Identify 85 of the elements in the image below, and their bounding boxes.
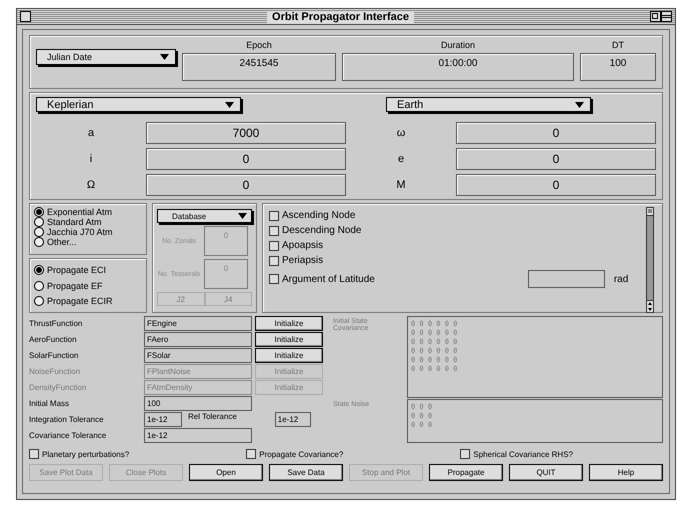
checkbox[interactable] [246, 449, 256, 459]
function-label: AeroFunction [29, 334, 78, 346]
checkbox-label: Apoapsis [282, 240, 324, 251]
radio-button[interactable] [34, 227, 44, 237]
radio-label: Other... [47, 237, 77, 247]
action-button[interactable]: Save Data [269, 464, 343, 481]
checkbox-label: Descending Node [282, 225, 362, 236]
time-format-dropdown[interactable]: Julian Date [36, 49, 176, 65]
radio-button[interactable] [34, 207, 44, 217]
epoch-field[interactable]: 2451545 [182, 53, 336, 81]
element-label: i [88, 153, 94, 165]
radio-label: Standard Atm [47, 217, 102, 227]
function-field[interactable]: FAero [144, 332, 252, 347]
radio-button[interactable] [34, 280, 44, 291]
radio-button[interactable] [34, 237, 44, 247]
duration-label: Duration [440, 40, 476, 50]
radio-label: Jacchia J70 Atm [47, 227, 113, 237]
element-field[interactable]: 0 [456, 174, 656, 196]
radio-label: Exponential Atm [47, 207, 112, 217]
angle-field[interactable] [528, 270, 605, 288]
initialize-button[interactable]: Initialize [255, 316, 323, 331]
element-label: a [86, 127, 96, 139]
action-button[interactable]: QUIT [509, 464, 583, 481]
covariance-tolerance-label: Covariance Tolerance [29, 430, 108, 442]
caret-icon [225, 102, 234, 108]
checkbox[interactable] [269, 226, 279, 236]
checkbox-label: Ascending Node [282, 210, 356, 221]
checkbox[interactable] [269, 256, 279, 266]
rel-tolerance-label: Rel Tolerance [188, 412, 237, 421]
element-label: M [395, 179, 407, 191]
initialize-button[interactable]: Initialize [255, 332, 323, 347]
function-label: ThrustFunction [29, 318, 84, 330]
unit-label: rad [614, 274, 628, 284]
tolerance-field[interactable]: 1e-12 [144, 412, 182, 427]
function-label: NoiseFunction [29, 366, 82, 378]
radio-button[interactable] [34, 264, 44, 275]
epoch-label: Epoch [246, 40, 272, 50]
dt-label: DT [612, 40, 624, 50]
radio-label: Propagate ECIR [47, 296, 113, 306]
rel-tolerance-field[interactable]: 1e-12 [274, 412, 311, 427]
function-label: SolarFunction [29, 350, 80, 362]
caret-icon [160, 54, 169, 60]
action-button[interactable]: Help [589, 464, 663, 481]
element-field[interactable]: 7000 [146, 122, 346, 144]
radio-button[interactable] [34, 296, 44, 306]
checkbox[interactable] [269, 210, 279, 220]
action-button[interactable]: Open [189, 464, 263, 481]
radio-label: Propagate ECI [47, 264, 106, 275]
dt-field[interactable]: 100 [580, 53, 656, 81]
element-label: ω [396, 127, 406, 139]
tolerance-label: Integration Tolerance [29, 414, 105, 426]
checkbox-label: Argument of Latitude [282, 274, 375, 284]
checkbox-label: Propagate Covariance? [259, 450, 344, 458]
covariance-tolerance-field[interactable]: 1e-12 [144, 428, 252, 443]
action-button[interactable]: Propagate [429, 464, 503, 481]
central-body-dropdown[interactable]: Earth [386, 97, 591, 112]
checkbox-label: Planetary perturbations? [42, 450, 130, 458]
element-set-dropdown[interactable]: Keplerian [36, 97, 241, 112]
close-box-icon[interactable] [20, 11, 31, 22]
function-field[interactable]: FSolar [144, 348, 252, 363]
caret-icon [238, 213, 247, 219]
checkbox[interactable] [460, 449, 470, 459]
element-field[interactable]: 0 [456, 122, 656, 144]
mass-label: Initial Mass [29, 398, 70, 410]
zoom-collapse-icon[interactable] [650, 11, 672, 22]
checkbox[interactable] [269, 274, 279, 284]
element-label: Ω [86, 179, 96, 191]
scrollbar[interactable] [646, 207, 654, 313]
caret-icon [575, 102, 584, 108]
checkbox[interactable] [269, 240, 279, 250]
function-label: DensityFunction [29, 382, 88, 394]
radio-button[interactable] [34, 217, 44, 227]
checkbox-label: Periapsis [282, 255, 324, 266]
initialize-button[interactable]: Initialize [255, 348, 323, 363]
element-field[interactable]: 0 [146, 148, 346, 170]
element-label: e [396, 153, 406, 165]
function-field[interactable]: FEngine [144, 316, 252, 331]
element-field[interactable]: 0 [456, 148, 656, 170]
duration-field[interactable]: 01:00:00 [342, 53, 574, 81]
element-field[interactable]: 0 [146, 174, 346, 196]
mass-field[interactable]: 100 [144, 396, 252, 411]
window-title: Orbit Propagator Interface [267, 10, 414, 22]
checkbox[interactable] [29, 449, 39, 459]
radio-label: Propagate EF [47, 280, 103, 291]
checkbox-label: Spherical Covariance RHS? [473, 450, 573, 458]
